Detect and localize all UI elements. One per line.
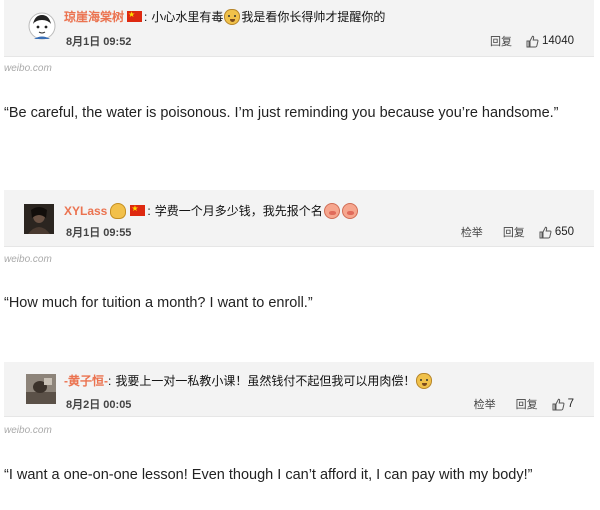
timestamp[interactable]: 8月1日 09:55 xyxy=(66,224,131,240)
comment-body: 小心水里有毒 xyxy=(151,10,224,24)
comment-body: 我要上一对一私教小课！虽然钱付不起但我可以用肉偿！ xyxy=(115,374,416,388)
like-button[interactable]: 650 xyxy=(539,226,574,239)
comment-actions: 检举 回复 650 xyxy=(441,224,574,240)
source-label: weibo.com xyxy=(4,254,52,265)
report-button[interactable]: 检举 xyxy=(461,224,483,240)
source-label: weibo.com xyxy=(4,425,52,436)
username[interactable]: 琼崖海棠树 xyxy=(64,8,124,25)
timestamp[interactable]: 8月2日 00:05 xyxy=(66,396,131,412)
crown-badge-icon xyxy=(110,202,127,219)
comment-body-continued: 我是看你长得帅才提醒你的 xyxy=(241,10,386,24)
reply-button[interactable]: 回复 xyxy=(490,33,512,49)
comment-actions: 检举 回复 7 xyxy=(454,396,574,412)
translation: “Be careful, the water is poisonous. I’m… xyxy=(4,105,559,121)
like-count: 650 xyxy=(554,226,574,238)
comment-actions: 回复 14040 xyxy=(470,33,574,49)
username[interactable]: -黄子恒- xyxy=(64,372,108,389)
comment-card: 琼崖海棠树 : 小心水里有毒 我是看你长得帅才提醒你的 8月1日 09:52 回… xyxy=(4,0,594,57)
thumbs-up-icon xyxy=(539,226,552,238)
china-flag-icon xyxy=(127,10,143,22)
thumbs-up-icon xyxy=(552,398,565,410)
comment-text: XYLass : 学费一个月多少钱，我先报个名 xyxy=(64,202,359,219)
translation: “How much for tuition a month? I want to… xyxy=(4,295,313,311)
like-button[interactable]: 7 xyxy=(552,398,574,411)
doge-emoji-icon xyxy=(416,372,433,389)
reply-button[interactable]: 回复 xyxy=(516,396,538,412)
like-button[interactable]: 14040 xyxy=(526,35,574,48)
thumbs-up-icon xyxy=(526,35,539,47)
pig-emoji-icon xyxy=(341,202,358,219)
avatar[interactable] xyxy=(26,374,56,404)
like-count: 7 xyxy=(567,398,574,410)
timestamp[interactable]: 8月1日 09:52 xyxy=(66,33,131,49)
comment-body: 学费一个月多少钱，我先报个名 xyxy=(154,204,323,218)
china-flag-icon xyxy=(130,204,146,216)
reply-button[interactable]: 回复 xyxy=(503,224,525,240)
comment-card: -黄子恒- : 我要上一对一私教小课！虽然钱付不起但我可以用肉偿！ 8月2日 0… xyxy=(4,362,594,417)
avatar[interactable] xyxy=(24,204,54,234)
translation: “I want a one-on-one lesson! Even though… xyxy=(4,467,533,483)
comment-card: XYLass : 学费一个月多少钱，我先报个名 8月1日 09:55 检举 回复… xyxy=(4,190,594,247)
comment-text: -黄子恒- : 我要上一对一私教小课！虽然钱付不起但我可以用肉偿！ xyxy=(64,372,433,389)
doge-emoji-icon xyxy=(224,8,241,25)
like-count: 14040 xyxy=(542,35,574,47)
avatar[interactable] xyxy=(28,12,56,40)
pig-emoji-icon xyxy=(323,202,340,219)
report-button[interactable]: 检举 xyxy=(474,396,496,412)
source-label: weibo.com xyxy=(4,63,52,74)
username[interactable]: XYLass xyxy=(64,204,107,218)
comment-text: 琼崖海棠树 : 小心水里有毒 我是看你长得帅才提醒你的 xyxy=(64,8,385,25)
